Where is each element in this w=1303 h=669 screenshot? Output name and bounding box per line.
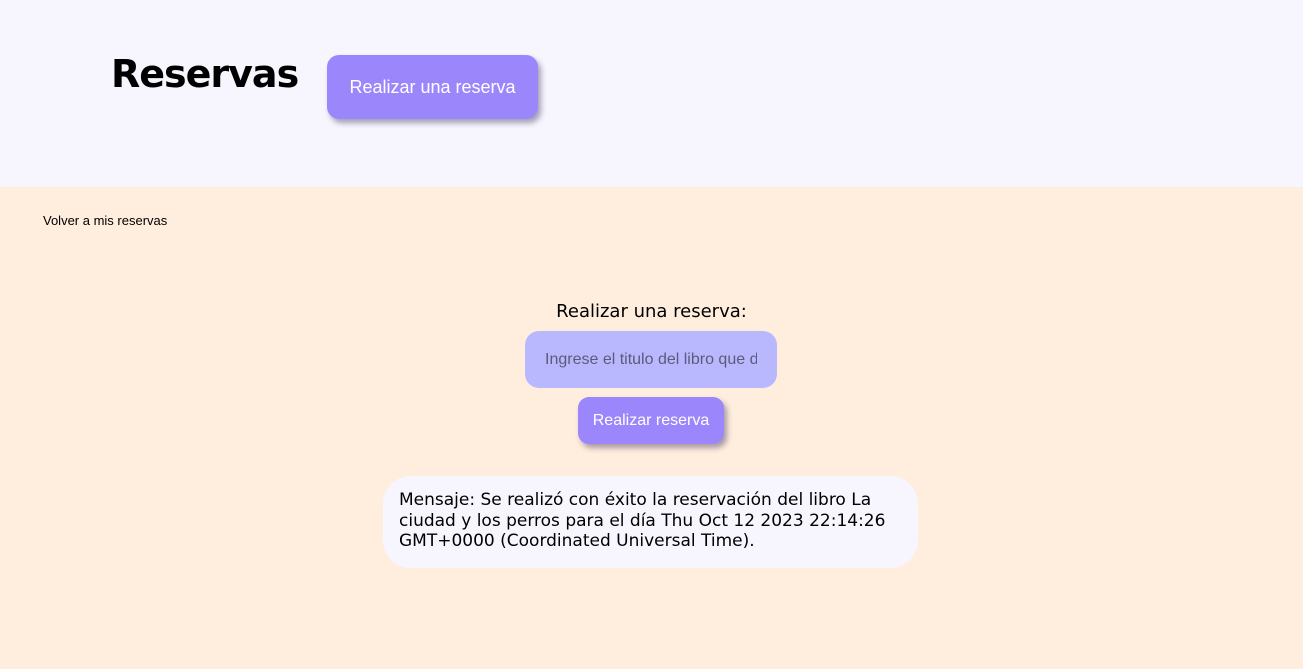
page-title: Reservas: [111, 52, 299, 96]
back-to-reservations-link[interactable]: Volver a mis reservas: [43, 213, 167, 229]
book-title-input[interactable]: [525, 331, 777, 388]
message-box: Mensaje: Se realizó con éxito la reserva…: [383, 476, 918, 568]
make-reservation-button[interactable]: Realizar una reserva: [327, 55, 538, 119]
header: Reservas Realizar una reserva: [0, 0, 1303, 187]
submit-reservation-button[interactable]: Realizar reserva: [578, 397, 724, 444]
message-text: Mensaje: Se realizó con éxito la reserva…: [399, 490, 886, 551]
form-title: Realizar una reserva:: [556, 301, 747, 322]
